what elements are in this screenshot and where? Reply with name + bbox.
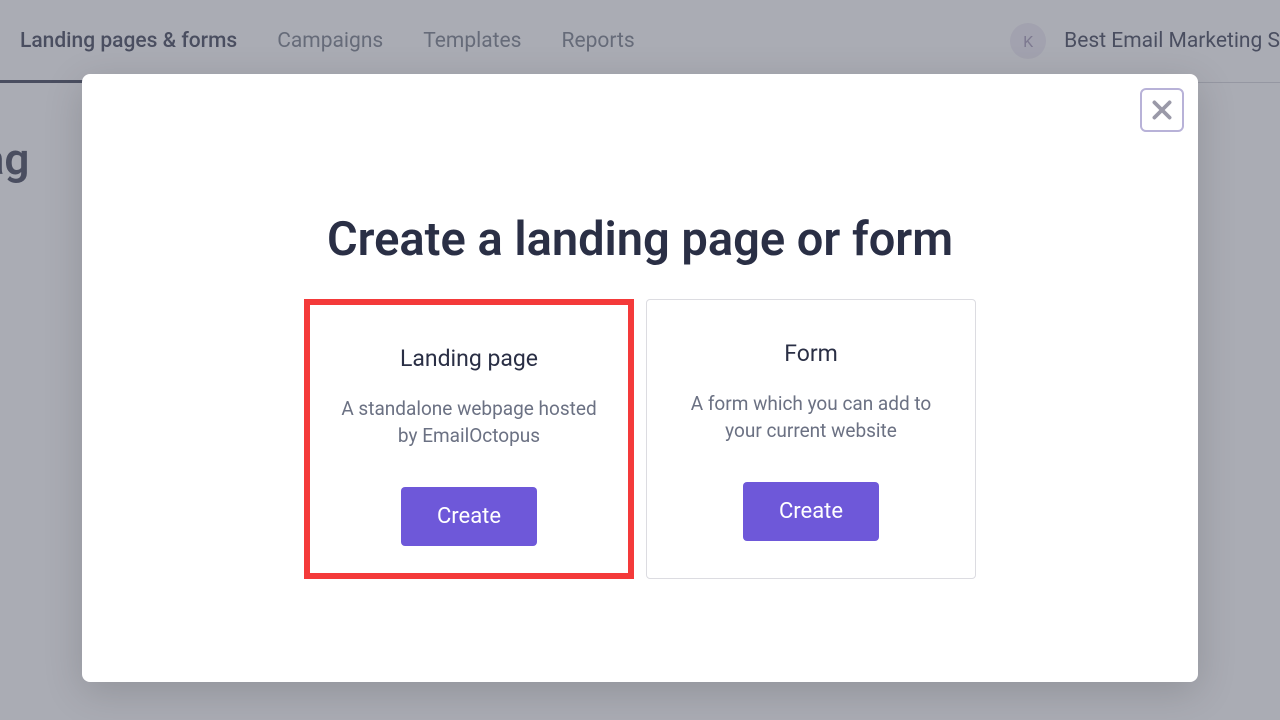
card-title: Form	[784, 340, 838, 367]
create-landing-page-button[interactable]: Create	[401, 487, 537, 546]
card-row: Landing page A standalone webpage hosted…	[100, 299, 1180, 579]
create-form-button[interactable]: Create	[743, 482, 879, 541]
modal: Create a landing page or form Landing pa…	[82, 74, 1198, 682]
close-icon	[1149, 97, 1175, 123]
card-form: Form A form which you can add to your cu…	[646, 299, 976, 579]
close-button[interactable]	[1140, 88, 1184, 132]
card-landing-page: Landing page A standalone webpage hosted…	[304, 299, 634, 579]
modal-overlay: Create a landing page or form Landing pa…	[0, 0, 1280, 720]
modal-title: Create a landing page or form	[100, 212, 1180, 267]
card-description: A standalone webpage hosted by EmailOcto…	[334, 396, 604, 449]
card-title: Landing page	[400, 345, 538, 372]
card-description: A form which you can add to your current…	[671, 391, 951, 444]
